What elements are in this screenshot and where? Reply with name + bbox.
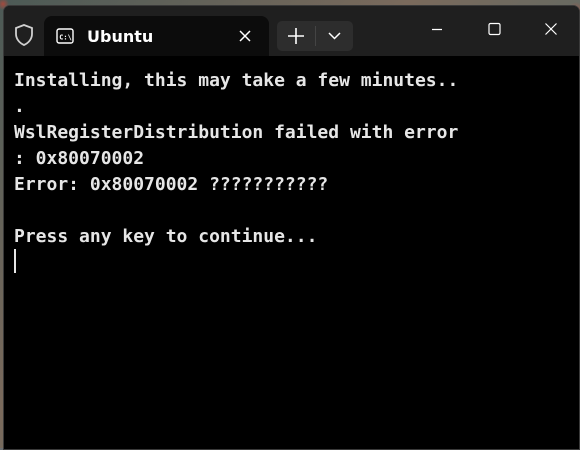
- terminal-line: .: [14, 96, 25, 117]
- close-tab-icon[interactable]: [237, 28, 253, 44]
- close-button[interactable]: [528, 14, 574, 44]
- text-cursor: [14, 249, 16, 273]
- minimize-icon: [432, 28, 442, 31]
- tab-ubuntu[interactable]: C:\ Ubuntu: [44, 16, 269, 56]
- terminal-line: : 0x80070002: [14, 148, 145, 169]
- terminal-output: Installing, this may take a few minutes.…: [14, 68, 458, 250]
- chevron-down-icon: [328, 32, 341, 40]
- close-icon: [545, 23, 557, 35]
- terminal-line: Installing, this may take a few minutes.…: [14, 70, 459, 91]
- svg-text:C:\: C:\: [59, 34, 72, 42]
- maximize-icon: [488, 22, 501, 36]
- profiles-dropdown-button[interactable]: [316, 21, 353, 51]
- terminal-output-area[interactable]: Installing, this may take a few minutes.…: [4, 56, 579, 449]
- terminal-line: WslRegisterDistribution failed with erro…: [14, 122, 459, 143]
- new-tab-button[interactable]: [277, 21, 315, 51]
- plus-icon: [288, 28, 304, 44]
- terminal-window: C:\ Ubuntu Installing, this may take a f…: [3, 5, 580, 450]
- terminal-icon: C:\: [56, 28, 74, 44]
- new-tab-group: [277, 21, 353, 51]
- tab-title: Ubuntu: [87, 27, 154, 46]
- minimize-button[interactable]: [414, 14, 460, 44]
- shield-icon: [15, 24, 33, 46]
- terminal-line: Press any key to continue...: [14, 226, 318, 247]
- title-bar[interactable]: C:\ Ubuntu: [4, 6, 579, 56]
- terminal-line: Error: 0x80070002 ???????????: [14, 174, 329, 195]
- maximize-button[interactable]: [471, 14, 517, 44]
